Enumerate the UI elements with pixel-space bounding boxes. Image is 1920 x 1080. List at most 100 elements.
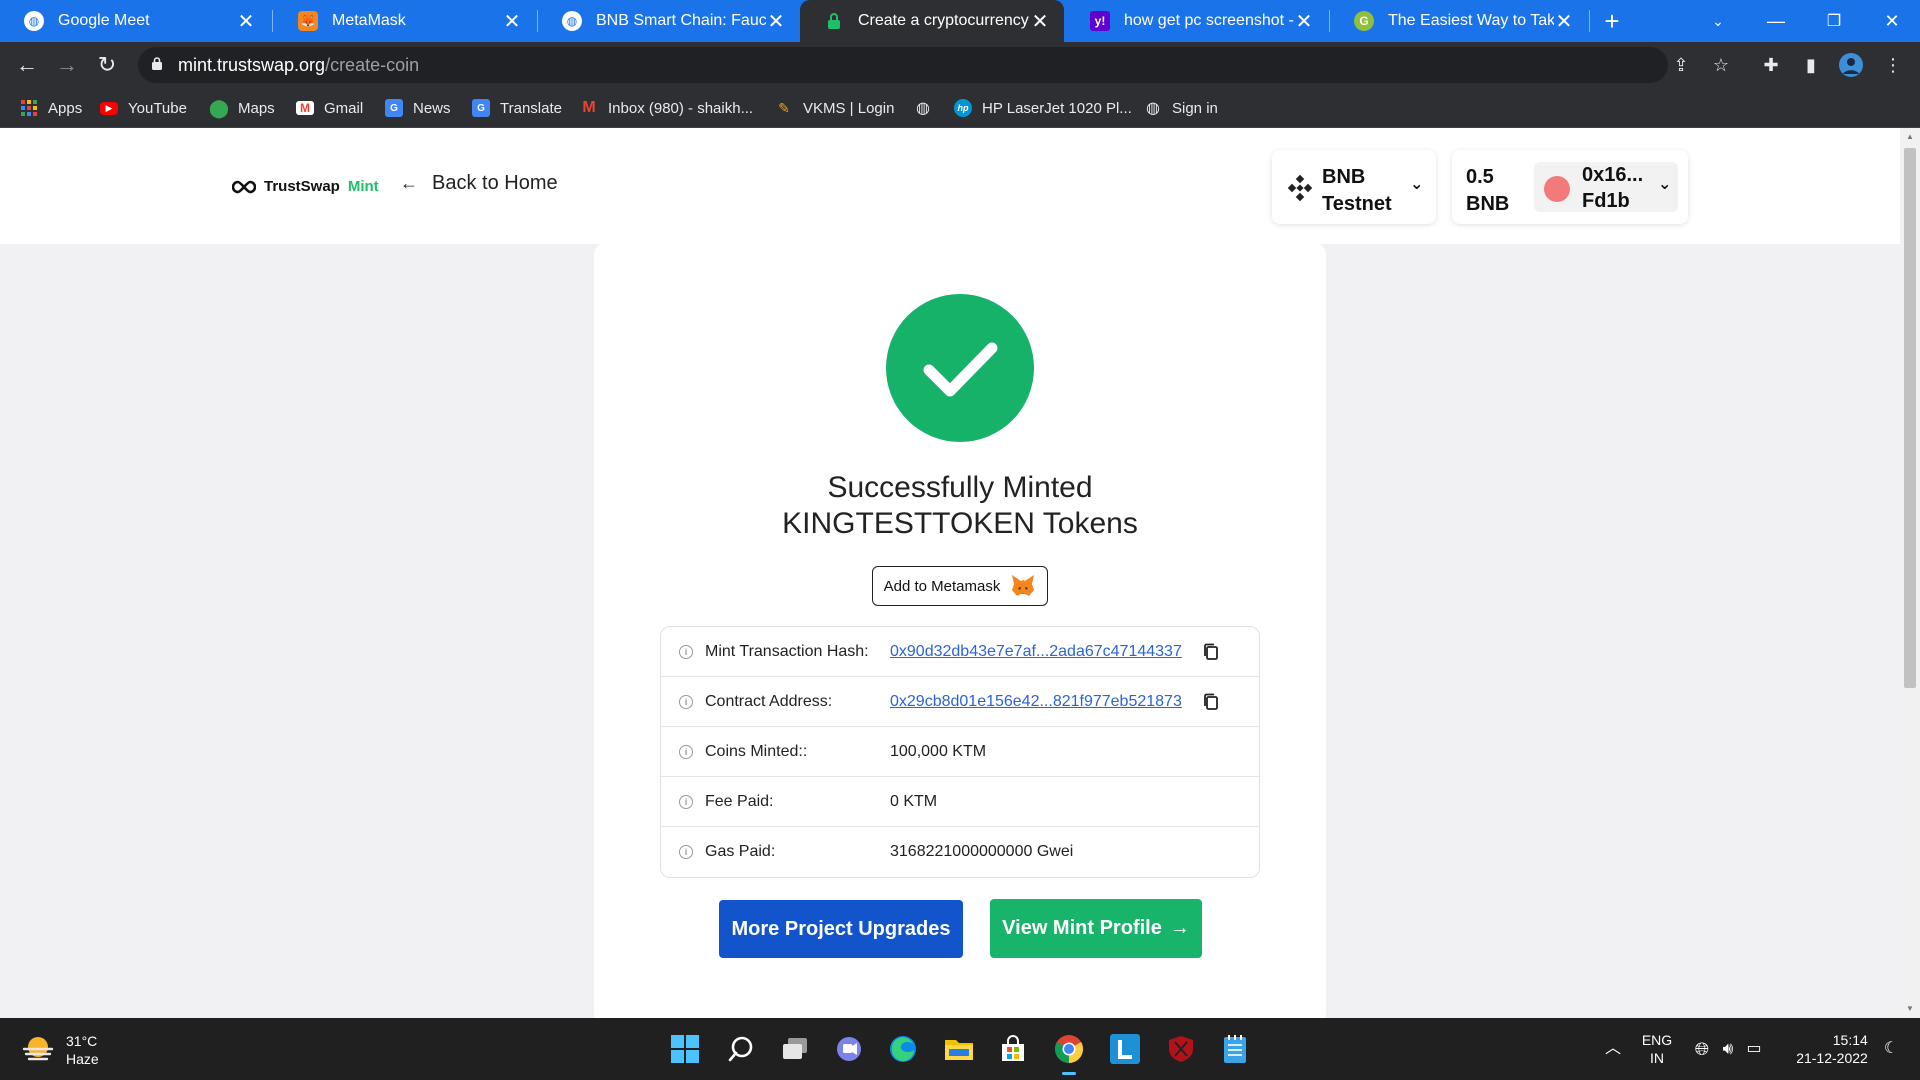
hp-icon: hp bbox=[954, 99, 972, 117]
side-panel-icon[interactable]: ▮ bbox=[1798, 52, 1824, 78]
back-arrow-icon[interactable]: ← bbox=[12, 50, 42, 80]
close-tab-icon[interactable]: ✕ bbox=[236, 9, 256, 34]
more-project-upgrades-button[interactable]: More Project Upgrades bbox=[719, 900, 963, 958]
trustswap-logo[interactable]: TrustSwap Mint bbox=[232, 178, 379, 195]
shield-app-icon[interactable] bbox=[1164, 1032, 1198, 1066]
battery-icon[interactable]: ▭ bbox=[1742, 1018, 1766, 1080]
tab-create-cryptocurrency[interactable]: Create a cryptocurrency tok ✕ bbox=[800, 0, 1064, 42]
tab-google-meet[interactable]: ◍ Google Meet ✕ bbox=[0, 0, 270, 42]
scroll-up-icon[interactable]: ▲ bbox=[1905, 132, 1915, 142]
balance-amount: 0.5 bbox=[1466, 166, 1494, 188]
bnb-logo-icon bbox=[1287, 174, 1313, 202]
bookmark-hp-laserjet[interactable]: hp HP LaserJet 1020 Pl... bbox=[954, 96, 1132, 120]
back-to-home-link[interactable]: ← Back to Home bbox=[400, 172, 558, 195]
tab-metamask[interactable]: 🦊 MetaMask ✕ bbox=[274, 0, 536, 42]
bookmark-news[interactable]: G News bbox=[385, 96, 451, 120]
forward-arrow-icon[interactable]: → bbox=[52, 50, 82, 80]
mint-details-table: i Mint Transaction Hash: 0x90d32db43e7e7… bbox=[660, 626, 1260, 878]
bookmark-vkms[interactable]: ✎ VKMS | Login bbox=[775, 96, 894, 120]
windows-taskbar: 31°C Haze ︿ ENG IN 🌐︎ 🔊︎ ▭ 15:14 21-12-2022… bbox=[0, 1018, 1920, 1080]
contract-address-link[interactable]: 0x29cb8d01e156e42...821f977eb521873 bbox=[890, 693, 1182, 711]
view-mint-profile-button[interactable]: View Mint Profile → bbox=[990, 899, 1202, 958]
page-scrollbar[interactable]: ▲ ▼ bbox=[1900, 128, 1920, 1018]
close-tab-icon[interactable]: ✕ bbox=[502, 9, 522, 34]
scroll-down-icon[interactable]: ▼ bbox=[1905, 1004, 1915, 1014]
tab-title: Create a cryptocurrency tok bbox=[858, 12, 1030, 29]
clock[interactable]: 15:14 21-12-2022 bbox=[1790, 1018, 1874, 1080]
bookmark-sign-in[interactable]: ◍ Sign in bbox=[1144, 96, 1218, 120]
chrome-icon[interactable] bbox=[1052, 1032, 1086, 1075]
weather-widget[interactable]: 31°C Haze bbox=[22, 1032, 99, 1068]
tab-search-chevron-icon[interactable]: ⌄ bbox=[1690, 0, 1746, 42]
detail-row-coins-minted: i Coins Minted:: 100,000 KTM bbox=[661, 727, 1259, 777]
show-hidden-icons-chevron-icon[interactable]: ︿ bbox=[1598, 1018, 1628, 1080]
start-windows-icon[interactable] bbox=[668, 1032, 702, 1066]
news-icon: G bbox=[385, 99, 403, 117]
search-icon[interactable] bbox=[724, 1032, 758, 1066]
scrollbar-thumb[interactable] bbox=[1904, 148, 1916, 688]
address-bar[interactable]: mint.trustswap.org/create-coin ⇪ ☆ bbox=[138, 47, 1729, 83]
copy-icon[interactable] bbox=[1203, 693, 1219, 711]
clock-time: 15:14 bbox=[1832, 1032, 1868, 1048]
reload-icon[interactable]: ↻ bbox=[92, 50, 122, 80]
profile-avatar[interactable] bbox=[1838, 52, 1864, 78]
web-page: TrustSwap Mint ← Back to Home BNB Testnet… bbox=[0, 128, 1900, 1018]
close-tab-icon[interactable]: ✕ bbox=[1030, 9, 1050, 34]
clock-date: 21-12-2022 bbox=[1796, 1050, 1868, 1066]
notepad-icon[interactable] bbox=[1218, 1032, 1252, 1066]
metamask-fox-icon bbox=[1012, 575, 1035, 596]
right-arrow-icon: → bbox=[1169, 917, 1190, 939]
close-tab-icon[interactable]: ✕ bbox=[1554, 9, 1574, 34]
share-icon[interactable]: ⇪ bbox=[1668, 52, 1694, 78]
detail-row-fee-paid: i Fee Paid: 0 KTM bbox=[661, 777, 1259, 827]
l-app-icon[interactable] bbox=[1108, 1032, 1142, 1066]
file-explorer-icon[interactable] bbox=[942, 1032, 976, 1066]
volume-icon[interactable]: 🔊︎ bbox=[1716, 1018, 1740, 1080]
restore-icon[interactable]: ❐ bbox=[1806, 0, 1862, 42]
lock-icon bbox=[152, 57, 162, 70]
bookmark-maps[interactable]: ⬤ Maps bbox=[209, 96, 275, 120]
left-arrow-icon: ← bbox=[400, 173, 418, 193]
language-indicator[interactable]: ENG IN bbox=[1632, 1018, 1682, 1080]
tab-title: Google Meet bbox=[58, 12, 150, 29]
microsoft-store-icon[interactable] bbox=[996, 1032, 1030, 1066]
bookmark-inbox[interactable]: M Inbox (980) - shaikh... bbox=[580, 96, 753, 120]
extensions-puzzle-icon[interactable]: ✚ bbox=[1758, 52, 1784, 78]
add-to-metamask-button[interactable]: Add to Metamask bbox=[872, 566, 1048, 606]
close-tab-icon[interactable]: ✕ bbox=[766, 9, 786, 34]
edge-icon[interactable] bbox=[886, 1032, 920, 1066]
task-view-icon[interactable] bbox=[778, 1032, 812, 1066]
address-box[interactable]: 0x16... Fd1b ⌄ bbox=[1534, 162, 1678, 212]
info-icon: i bbox=[679, 795, 693, 809]
info-icon: i bbox=[679, 645, 693, 659]
bookmark-youtube[interactable]: ▶ YouTube bbox=[100, 96, 187, 120]
network-name: BNB bbox=[1322, 166, 1366, 188]
bookmark-translate[interactable]: G Translate bbox=[472, 96, 562, 120]
more-menu-icon[interactable]: ⋮ bbox=[1880, 52, 1906, 78]
bookmark-globe[interactable]: ◍ bbox=[914, 96, 942, 120]
mint-success-card: Successfully Minted KINGTESTTOKEN Tokens… bbox=[594, 244, 1326, 1018]
bookmark-star-icon[interactable]: ☆ bbox=[1708, 52, 1734, 78]
metamask-fox-icon: 🦊 bbox=[298, 11, 318, 31]
bookmark-apps[interactable]: Apps bbox=[20, 96, 82, 120]
notification-moon-icon[interactable]: ☾ bbox=[1878, 1018, 1904, 1080]
close-window-icon[interactable]: ✕ bbox=[1864, 0, 1920, 42]
teams-chat-icon[interactable] bbox=[832, 1032, 866, 1066]
minimize-icon[interactable]: — bbox=[1748, 0, 1804, 42]
new-tab-button[interactable]: + bbox=[1584, 0, 1640, 42]
info-icon: i bbox=[679, 845, 693, 859]
site-icon: G bbox=[1354, 11, 1374, 31]
copy-icon[interactable] bbox=[1203, 643, 1219, 661]
network-selector[interactable]: BNB Testnet ⌄ bbox=[1272, 150, 1436, 224]
bookmarks-bar: Apps ▶ YouTube ⬤ Maps M Gmail G News G T… bbox=[0, 88, 1920, 128]
bookmark-gmail[interactable]: M Gmail bbox=[296, 96, 363, 120]
tx-hash-link[interactable]: 0x90d32db43e7e7af...2ada67c47144337 bbox=[890, 643, 1182, 661]
tab-bnb-faucet[interactable]: ◍ BNB Smart Chain: Faucet ✕ bbox=[538, 0, 800, 42]
lock-icon bbox=[824, 11, 844, 31]
tab-easiest-way[interactable]: G The Easiest Way to Take a S ✕ bbox=[1330, 0, 1588, 42]
close-tab-icon[interactable]: ✕ bbox=[1294, 9, 1314, 34]
tab-yahoo-search[interactable]: y! how get pc screenshot - Ya ✕ bbox=[1066, 0, 1328, 42]
network-globe-icon[interactable]: 🌐︎ bbox=[1690, 1018, 1714, 1080]
account-selector[interactable]: 0.5 BNB 0x16... Fd1b ⌄ bbox=[1452, 150, 1688, 224]
haze-sun-icon bbox=[22, 1037, 54, 1061]
